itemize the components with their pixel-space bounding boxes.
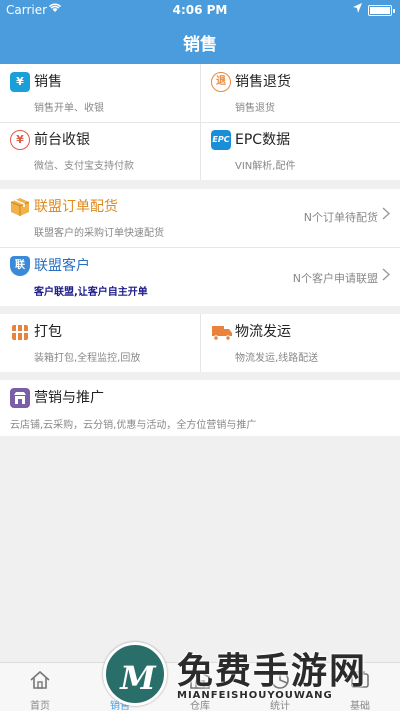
- watermark-logo: M: [103, 642, 167, 706]
- alliance-order-title: 联盟订单配货: [34, 199, 118, 215]
- home-icon: [29, 669, 51, 691]
- epc-data-cell[interactable]: EPC EPC数据 VIN解析,配件: [200, 122, 400, 180]
- sales-title: 销售: [34, 74, 62, 90]
- logistics-title: 物流发运: [235, 324, 291, 340]
- sales-desc: 销售开单、收银: [34, 103, 104, 114]
- pack-title: 打包: [34, 324, 62, 340]
- tab-home[interactable]: 首页: [0, 663, 80, 711]
- watermark-logo-letter: M: [120, 659, 156, 697]
- watermark-subtitle: MIANFEISHOUYOUWANG: [177, 690, 333, 701]
- chevron-right-icon: [382, 207, 391, 224]
- alliance-shield-icon: 联: [10, 256, 30, 276]
- sales-return-title: 销售退货: [235, 74, 291, 90]
- sales-return-cell[interactable]: 退 销售退货 销售退货: [200, 64, 400, 122]
- pack-desc: 装箱打包,全程监控,回放: [34, 353, 141, 364]
- fulfillment-section: 打包 装箱打包,全程监控,回放 物流发运 物流发运,线路配送: [0, 314, 400, 372]
- epc-icon: EPC: [211, 130, 231, 150]
- battery-icon: [368, 5, 395, 16]
- status-time: 4:06 PM: [172, 3, 228, 17]
- logistics-cell[interactable]: 物流发运 物流发运,线路配送: [200, 314, 400, 372]
- location-arrow-icon: [353, 3, 362, 16]
- cashier-icon: ¥: [10, 130, 30, 150]
- marketing-cell[interactable]: 营销与推广 云店铺,云采购，云分销,优惠与活动，全方位营销与推广: [0, 380, 400, 438]
- alliance-customer-desc: 客户联盟,让客户自主开单: [34, 287, 148, 298]
- marketing-section: 营销与推广 云店铺,云采购，云分销,优惠与活动，全方位营销与推广: [0, 380, 400, 436]
- navigation-header: Carrier 4:06 PM 销售: [0, 0, 400, 64]
- store-icon: [10, 388, 30, 408]
- alliance-section: 联盟订单配货 联盟客户的采购订单快速配货 N个订单待配货 联 联盟客户 客户联盟…: [0, 189, 400, 306]
- customer-applications-note: N个客户申请联盟: [292, 272, 378, 285]
- return-icon: 退: [211, 72, 231, 92]
- yen-icon: ¥: [10, 72, 30, 92]
- sales-grid-section: ¥ 销售 销售开单、收银 退 销售退货 销售退货 ¥ 前台收银 微信、支付宝支持…: [0, 64, 400, 180]
- watermark-title: 免费手游网: [177, 651, 368, 692]
- epc-desc: VIN解析,配件: [235, 161, 296, 172]
- alliance-customer-title: 联盟客户: [34, 258, 90, 274]
- watermark: M 免费手游网 MIANFEISHOUYOUWANG: [103, 640, 393, 710]
- sales-return-desc: 销售退货: [235, 103, 275, 114]
- pack-box-icon: [10, 322, 30, 342]
- page-title: 销售: [183, 35, 217, 55]
- alliance-order-desc: 联盟客户的采购订单快速配货: [34, 228, 164, 239]
- cashier-desc: 微信、支付宝支持付款: [34, 161, 134, 172]
- cashier-title: 前台收银: [34, 132, 90, 148]
- epc-title: EPC数据: [235, 132, 291, 148]
- sales-cell[interactable]: ¥ 销售 销售开单、收银: [0, 64, 200, 122]
- tab-home-label: 首页: [30, 701, 50, 711]
- chevron-right-icon: [382, 268, 391, 285]
- package-box-icon: [10, 197, 30, 217]
- front-desk-cashier-cell[interactable]: ¥ 前台收银 微信、支付宝支持付款: [0, 122, 200, 180]
- pending-orders-note: N个订单待配货: [303, 211, 378, 224]
- alliance-order-cell[interactable]: 联盟订单配货 联盟客户的采购订单快速配货 N个订单待配货: [0, 189, 400, 247]
- truck-icon: [211, 322, 232, 342]
- marketing-desc: 云店铺,云采购，云分销,优惠与活动，全方位营销与推广: [10, 420, 257, 431]
- status-bar: Carrier 4:06 PM: [0, 0, 400, 20]
- pack-cell[interactable]: 打包 装箱打包,全程监控,回放: [0, 314, 200, 372]
- marketing-title: 营销与推广: [34, 390, 104, 406]
- logistics-desc: 物流发运,线路配送: [235, 353, 319, 364]
- alliance-customer-cell[interactable]: 联 联盟客户 客户联盟,让客户自主开单 N个客户申请联盟: [0, 248, 400, 306]
